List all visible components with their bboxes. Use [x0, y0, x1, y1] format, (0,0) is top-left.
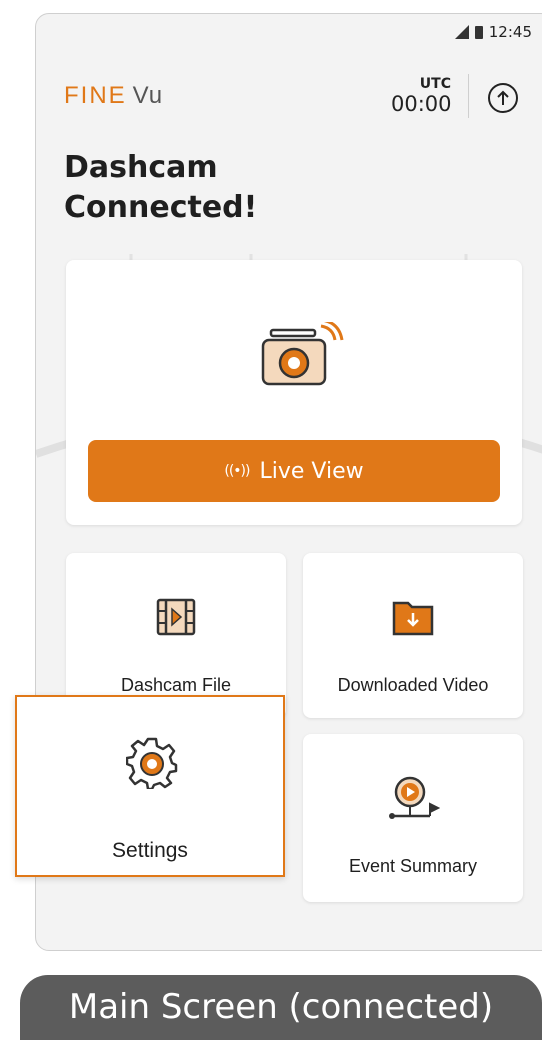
film-play-icon [156, 598, 196, 636]
arrow-up-icon [497, 90, 509, 105]
folder-download-icon [392, 601, 434, 636]
page-title: Dashcam Connected! [64, 148, 364, 228]
live-view-card[interactable]: ((•)) Live View [66, 260, 522, 525]
event-summary-tile[interactable]: Event Summary [303, 734, 523, 902]
firmware-update-button[interactable] [488, 83, 518, 113]
signal-icon [454, 25, 469, 39]
event-summary-label: Event Summary [348, 856, 478, 876]
route-play-icon [389, 776, 440, 819]
status-bar: 12:45 [454, 20, 532, 44]
header-divider [468, 74, 469, 118]
dashcam-file-tile[interactable]: Dashcam File [66, 553, 286, 718]
dashcam-file-label: Dashcam File [120, 675, 232, 695]
live-broadcast-icon: ((•)) [224, 463, 250, 479]
logo-text-vu: Vu [132, 82, 164, 109]
downloaded-video-tile[interactable]: Downloaded Video [303, 553, 523, 718]
downloaded-video-label: Downloaded Video [337, 675, 489, 695]
live-view-button[interactable]: ((•)) Live View [88, 440, 500, 502]
settings-label: Settings [112, 839, 188, 862]
gear-icon [126, 737, 178, 789]
utc-clock: UTC 00:00 [391, 76, 452, 116]
logo-text-fine: FINE [64, 82, 127, 109]
title-line-1: Dashcam [64, 150, 218, 185]
settings-tile[interactable]: Settings [15, 695, 285, 877]
live-view-label: Live View [259, 458, 364, 484]
status-time: 12:45 [488, 23, 532, 41]
title-line-2: Connected! [64, 190, 258, 225]
camera-wifi-icon [261, 322, 344, 386]
utc-label: UTC [419, 76, 451, 92]
screen-caption: Main Screen (connected) [20, 975, 542, 1040]
battery-icon [474, 25, 483, 39]
utc-time: 00:00 [391, 92, 452, 116]
finevu-logo: FINE Vu [64, 82, 163, 110]
